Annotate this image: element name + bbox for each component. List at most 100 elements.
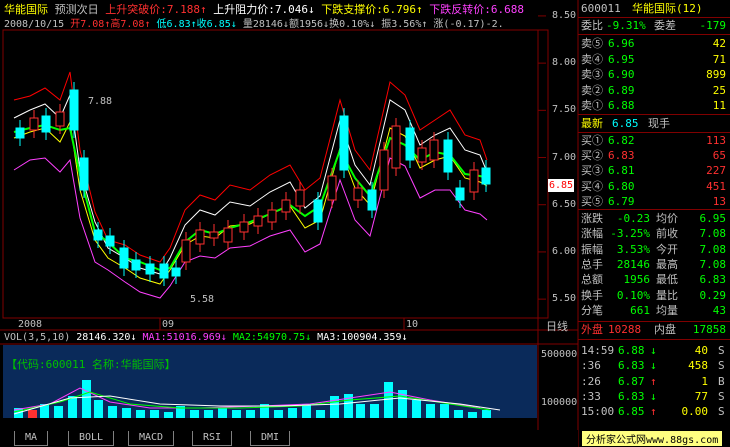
candle-body bbox=[443, 139, 453, 173]
tab-ma[interactable]: MA bbox=[14, 431, 49, 446]
ask-volume: 11 bbox=[712, 99, 726, 112]
current-price-tag: 6.85 bbox=[548, 179, 574, 192]
stat-label: 量比 bbox=[656, 288, 678, 302]
candle-body bbox=[29, 117, 39, 131]
date-axis-10: 10 bbox=[406, 319, 419, 330]
date-label: 2008/10/15 bbox=[4, 19, 65, 30]
candle-body bbox=[239, 221, 249, 233]
stat-value: 7.08 bbox=[699, 227, 727, 241]
tick-flag: S bbox=[718, 405, 725, 419]
volume-bar bbox=[164, 412, 173, 418]
volume-bar bbox=[482, 410, 491, 418]
volume-bar bbox=[316, 410, 325, 418]
candle-body bbox=[209, 231, 219, 239]
bid-volume: 65 bbox=[712, 149, 726, 163]
tick-price: 6.83 bbox=[618, 359, 645, 373]
bid-label: 买⑤ bbox=[581, 194, 603, 208]
vol-ma1: MA1:51016.969 bbox=[142, 332, 221, 343]
candle-body bbox=[429, 139, 439, 161]
candle-body bbox=[313, 199, 323, 223]
stat-value: 1956 bbox=[623, 273, 651, 287]
outer-label: 外盘 bbox=[581, 323, 603, 336]
candle-body bbox=[55, 111, 65, 127]
volume-bar bbox=[28, 410, 37, 418]
stat-label: 分笔 bbox=[581, 303, 603, 317]
stat-label: 总额 bbox=[581, 273, 603, 287]
candle-body bbox=[105, 235, 115, 247]
open-value: 7.08 bbox=[80, 19, 105, 30]
candle-body bbox=[469, 169, 479, 193]
candle-body bbox=[131, 259, 141, 271]
volume-bar bbox=[468, 412, 477, 418]
volume-bar bbox=[440, 404, 449, 418]
stat-label: 前收 bbox=[656, 227, 678, 241]
down-arrow-icon: ↓ bbox=[650, 344, 657, 357]
ask-price: 6.90 bbox=[608, 68, 635, 81]
bid-price: 6.83 bbox=[608, 149, 635, 163]
bid-price: 6.80 bbox=[608, 179, 635, 193]
vol-axis-top: 500000 bbox=[541, 349, 578, 360]
xianshou-label: 现手 bbox=[648, 117, 670, 130]
inner-value: 17858 bbox=[692, 323, 726, 336]
tick-price: 6.85 bbox=[618, 405, 645, 419]
volume-bar bbox=[454, 410, 463, 418]
candle-body bbox=[15, 127, 25, 139]
weibi-value: -9.31% bbox=[606, 19, 646, 32]
volume-bar bbox=[218, 408, 227, 418]
stat-label: 涨幅 bbox=[581, 227, 603, 241]
stat-value: 0.10% bbox=[616, 288, 650, 302]
volume-header: VOL(3,5,10) 28146.320↓ MA1:51016.969↓ MA… bbox=[4, 332, 408, 343]
vol-indicator-value: 28146.320 bbox=[76, 332, 131, 343]
high-label: 高 bbox=[110, 19, 121, 30]
indicator-tab-bar: MA BOLL MACD RSI DMI bbox=[0, 430, 578, 447]
tick-volume: 1 bbox=[701, 374, 708, 388]
volume-bar bbox=[330, 396, 339, 418]
ask-label: 卖④ bbox=[581, 52, 603, 66]
stat-value: 6.95 bbox=[699, 212, 727, 225]
tab-boll[interactable]: BOLL bbox=[68, 431, 115, 446]
stat-value: 28146 bbox=[616, 257, 650, 271]
tab-macd[interactable]: MACD bbox=[128, 431, 175, 446]
candle-body bbox=[93, 229, 103, 241]
bid-volume: 113 bbox=[706, 134, 726, 147]
bid-volume: 227 bbox=[706, 164, 726, 178]
stat-value: -0.23 bbox=[616, 212, 650, 225]
bid-label: 买④ bbox=[581, 179, 603, 193]
stat-label: 振幅 bbox=[581, 242, 603, 256]
vol-axis-mid: 100000 bbox=[541, 397, 578, 408]
ask-label: 卖② bbox=[581, 83, 603, 97]
vol-indicator-label: VOL(3,5,10) bbox=[4, 332, 71, 343]
bid-price: 6.79 bbox=[608, 194, 635, 208]
candle-body bbox=[353, 187, 363, 201]
vol-value: 28146 bbox=[252, 19, 283, 30]
volume-bar bbox=[204, 410, 213, 418]
up-arrow-icon: ↑ bbox=[650, 374, 657, 388]
stat-label: 均量 bbox=[656, 303, 678, 317]
volume-bar bbox=[356, 404, 365, 418]
stat-value: -3.25% bbox=[610, 227, 650, 241]
candle-body bbox=[79, 157, 89, 191]
stat-label: 最低 bbox=[656, 273, 678, 287]
candle-body bbox=[171, 267, 181, 277]
ask-volume: 25 bbox=[712, 83, 726, 97]
down-arrow-icon: ↓ bbox=[650, 359, 657, 373]
ask-price: 6.96 bbox=[608, 37, 635, 50]
stat-value: 661 bbox=[630, 303, 650, 317]
outer-value: 10288 bbox=[608, 323, 642, 336]
watermark: 分析家公式网www.88gs.com bbox=[582, 431, 723, 446]
tab-rsi[interactable]: RSI bbox=[192, 431, 233, 446]
quote-panel: 600011 华能国际(12) 委比 -9.31% 委差 -179 卖⑤ 6.96… bbox=[578, 0, 730, 447]
volume-bar bbox=[288, 408, 297, 418]
tick-volume: 40 bbox=[694, 344, 708, 357]
latest-value: 6.85 bbox=[612, 117, 639, 130]
tab-dmi[interactable]: DMI bbox=[250, 431, 291, 446]
low-label: 低 bbox=[156, 19, 167, 30]
close-label: 收 bbox=[196, 19, 207, 30]
period-button[interactable]: 日线 bbox=[546, 318, 568, 334]
tick-time: :33 bbox=[581, 389, 601, 403]
ask-volume: 42 bbox=[712, 37, 726, 50]
open-label: 开 bbox=[70, 19, 81, 30]
candle-body bbox=[267, 209, 277, 223]
down-arrow-icon: ↓ bbox=[650, 389, 657, 403]
volume-bar bbox=[232, 410, 241, 418]
